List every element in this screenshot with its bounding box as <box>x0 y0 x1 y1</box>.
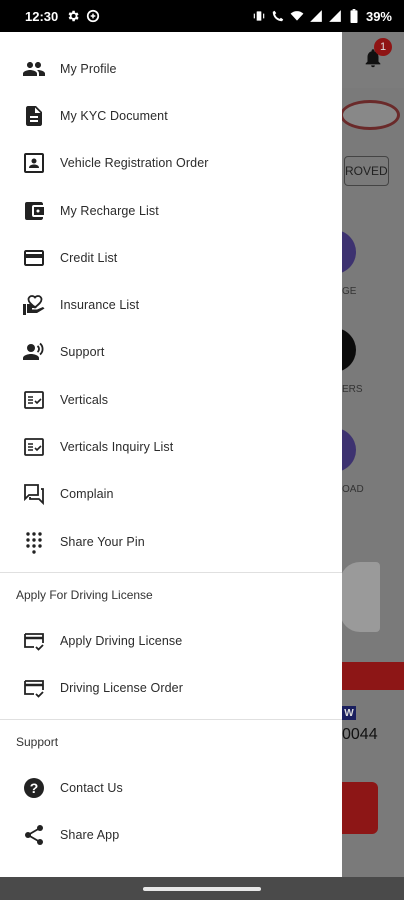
menu-item-label: Vehicle Registration Order <box>60 156 209 171</box>
wifi-calling-icon <box>271 9 285 23</box>
menu-item-label: Verticals <box>60 392 109 407</box>
menu-item-label: Insurance List <box>60 298 140 313</box>
document-icon <box>22 104 46 128</box>
menu-item-label: Complain <box>60 487 114 502</box>
wifi-icon <box>290 9 304 23</box>
signal-icon <box>309 9 323 23</box>
status-time: 12:30 <box>25 8 59 24</box>
svg-text:?: ? <box>30 780 39 796</box>
menu-item-label: My KYC Document <box>60 108 168 123</box>
section-title-driving-license: Apply For Driving License <box>16 588 153 603</box>
credit-card-icon <box>22 246 46 270</box>
registration-icon <box>22 151 46 175</box>
dialpad-icon <box>22 530 46 554</box>
battery-icon <box>347 9 361 23</box>
menu-item-apply-driving-license[interactable]: Apply Driving License <box>0 617 342 664</box>
car-image <box>340 562 380 632</box>
menu-item-my-recharge-list[interactable]: My Recharge List <box>0 187 342 234</box>
help-icon: ? <box>22 776 46 800</box>
notification-badge: 1 <box>374 38 392 56</box>
menu-item-label: My Profile <box>60 61 117 76</box>
verticals-icon <box>22 388 46 412</box>
menu-item-contact-us[interactable]: ? Contact Us <box>0 764 342 811</box>
section-title-support: Support <box>16 734 59 749</box>
menu-item-label: Support <box>60 345 105 360</box>
menu-item-label: Share App <box>60 827 120 842</box>
menu-item-verticals-inquiry-list[interactable]: Verticals Inquiry List <box>0 423 342 470</box>
license-card-icon <box>22 629 46 653</box>
tile-label-1: GE <box>342 286 357 297</box>
menu-item-label: Driving License Order <box>60 681 183 696</box>
data-saver-icon <box>86 9 100 23</box>
menu-item-my-kyc-document[interactable]: My KYC Document <box>0 92 342 139</box>
menu-item-driving-license-order[interactable]: Driving License Order <box>0 665 342 712</box>
approved-badge: ROVED <box>344 156 389 186</box>
insurance-icon <box>22 293 46 317</box>
system-navigation-bar <box>0 877 404 900</box>
menu-item-label: Verticals Inquiry List <box>60 440 174 455</box>
menu-item-label: My Recharge List <box>60 203 159 218</box>
complain-icon <box>22 482 46 506</box>
red-button <box>342 782 378 834</box>
menu-item-label: Credit List <box>60 250 118 265</box>
navigation-drawer: My Profile My KYC Document Vehicle Regis… <box>0 32 342 877</box>
share-icon <box>22 823 46 847</box>
menu-item-label: Share Your Pin <box>60 534 145 549</box>
signal-icon-2 <box>328 9 342 23</box>
people-icon <box>22 57 46 81</box>
settings-gear-icon <box>66 9 80 23</box>
menu-item-verticals[interactable]: Verticals <box>0 376 342 423</box>
menu-item-support[interactable]: Support <box>0 329 342 376</box>
license-order-icon <box>22 676 46 700</box>
battery-level: 39% <box>365 8 392 24</box>
drawer-menu-list: My Profile My KYC Document Vehicle Regis… <box>0 32 342 565</box>
verticals-inquiry-icon <box>22 435 46 459</box>
support-icon <box>22 340 46 364</box>
red-banner <box>342 662 404 690</box>
menu-item-complain[interactable]: Complain <box>0 471 342 518</box>
tile-label-2: ERS <box>342 384 363 395</box>
brand-logo <box>340 100 400 130</box>
status-bar: 12:30 39% <box>0 0 404 32</box>
vibrate-icon <box>252 9 266 23</box>
wallet-badge: W <box>342 706 356 720</box>
menu-item-my-profile[interactable]: My Profile <box>0 45 342 92</box>
background-number: 0044 <box>342 726 378 743</box>
tile-label-3: OAD <box>342 484 364 495</box>
menu-item-credit-list[interactable]: Credit List <box>0 234 342 281</box>
menu-item-label: Apply Driving License <box>60 633 183 648</box>
menu-item-share-app[interactable]: Share App <box>0 811 342 858</box>
menu-item-vehicle-registration-order[interactable]: Vehicle Registration Order <box>0 140 342 187</box>
wallet-icon <box>22 199 46 223</box>
menu-item-label: Contact Us <box>60 780 123 795</box>
menu-item-insurance-list[interactable]: Insurance List <box>0 281 342 328</box>
menu-item-share-your-pin[interactable]: Share Your Pin <box>0 518 342 565</box>
home-gesture-handle[interactable] <box>143 887 261 891</box>
